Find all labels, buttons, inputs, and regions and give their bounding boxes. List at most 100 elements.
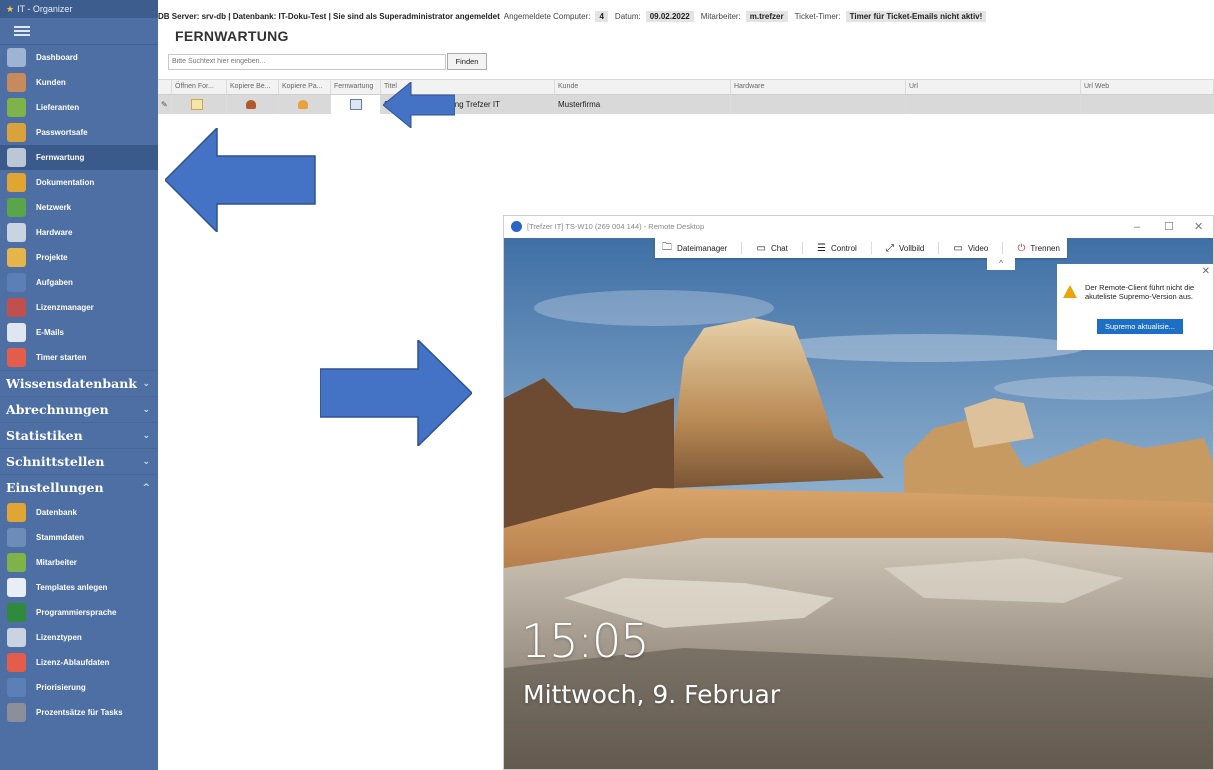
sections: Wissensdatenbank ⌄ Abrechnungen ⌄ Statistike… <box>0 370 158 500</box>
toolbar-collapse-chevron-up-icon[interactable]: ^ <box>987 258 1015 270</box>
chevron-icon: ⌄ <box>142 404 150 415</box>
section-schnittstellen[interactable]: Schnittstellen ⌄ <box>0 448 158 474</box>
sidebar-item-datenbank[interactable]: Datenbank <box>0 500 158 525</box>
section-statistiken[interactable]: Statistiken ⌄ <box>0 422 158 448</box>
sidebar-item-label: Lizenz-Ablaufdaten <box>36 658 110 667</box>
chevron-icon: ⌄ <box>142 378 150 389</box>
remote-screen[interactable]: 🗀 Dateimanager ▭ Chat ☰ Control ⤢ Vollbild ▭… <box>504 238 1213 769</box>
column-header-copy-user[interactable]: Kopiere Be... <box>227 80 279 94</box>
disconnect-button[interactable]: ⏻ Trennen <box>1018 243 1060 254</box>
column-header-open-form[interactable]: Öffnen For... <box>172 80 227 94</box>
customer-cell: Musterfirma <box>555 95 731 114</box>
search-input[interactable] <box>168 54 446 70</box>
sidebar-item-lizenz-ablaufdaten[interactable]: Lizenz-Ablaufdaten <box>0 650 158 675</box>
file-manager-button[interactable]: 🗀 Dateimanager <box>662 240 727 257</box>
sidebar-item-stammdaten[interactable]: Stammdaten <box>0 525 158 550</box>
sidebar-item-kunden[interactable]: Kunden <box>0 70 158 95</box>
supremo-logo-icon <box>511 221 522 232</box>
sidebar-item-templates-anlegen[interactable]: Templates anlegen <box>0 575 158 600</box>
sidebar-item-label: Priorisierung <box>36 683 86 692</box>
form-icon <box>191 99 203 111</box>
timer-status: Timer für Ticket-Emails nicht aktiv! <box>845 10 987 22</box>
video-button[interactable]: ▭ Video <box>954 243 989 254</box>
date-label: Datum: <box>614 11 641 21</box>
remote-cell[interactable] <box>331 95 381 114</box>
find-button[interactable]: Finden <box>447 53 487 70</box>
maximize-icon[interactable]: ☐ <box>1164 216 1174 238</box>
sidebar-item-priorisierung[interactable]: Priorisierung <box>0 675 158 700</box>
sidebar-item-label: Projekte <box>36 253 68 262</box>
sidebar-item-passwortsafe[interactable]: Passwortsafe <box>0 120 158 145</box>
sidebar-item-fernwartung[interactable]: Fernwartung <box>0 145 158 170</box>
lockscreen-date: Mittwoch, 9. Februar <box>523 680 781 709</box>
table-row[interactable]: ✎ Supremo Fernwartung Trefzer IT Musterf… <box>158 95 1214 114</box>
sidebar-item-timer-starten[interactable]: Timer starten <box>0 345 158 370</box>
fullscreen-button[interactable]: ⤢ Vollbild <box>886 243 924 254</box>
sidebar-item-hardware[interactable]: Hardware <box>0 220 158 245</box>
percent-icon <box>7 703 26 722</box>
sidebar-item-prozentsaetze-fuer-tasks[interactable]: Prozentsätze für Tasks <box>0 700 158 725</box>
remote-window-titlebar[interactable]: [Trefzer IT] TS-W10 (269 004 144) - Remo… <box>504 216 1213 238</box>
chat-label: Chat <box>770 243 788 253</box>
sidebar: ★ IT - Organizer Dashboard Kunden Lieferant… <box>0 0 158 770</box>
sidebar-item-mitarbeiter[interactable]: Mitarbeiter <box>0 550 158 575</box>
arrow-to-remote-window <box>320 340 472 446</box>
sidebar-item-programmiersprache[interactable]: Programmiersprache <box>0 600 158 625</box>
menu-toggle[interactable] <box>0 18 158 45</box>
sidebar-item-label: Aufgaben <box>36 278 73 287</box>
open-form-cell[interactable] <box>172 95 227 114</box>
chevron-icon: ⌄ <box>142 456 150 467</box>
section-wissensdatenbank[interactable]: Wissensdatenbank ⌄ <box>0 370 158 396</box>
notification-close-icon[interactable]: ✕ <box>1202 266 1210 277</box>
update-supremo-button[interactable]: Supremo aktualisie... <box>1097 319 1183 334</box>
column-header-hardware[interactable]: Hardware <box>731 80 906 94</box>
copy-user-cell[interactable] <box>227 95 279 114</box>
section-einstellungen[interactable]: Einstellungen ^ <box>0 474 158 500</box>
customer-icon <box>7 73 26 92</box>
sidebar-item-dashboard[interactable]: Dashboard <box>0 45 158 70</box>
sidebar-item-label: Mitarbeiter <box>36 558 77 567</box>
chat-button[interactable]: ▭ Chat <box>756 243 787 254</box>
sidebar-item-label: Prozentsätze für Tasks <box>36 708 123 717</box>
url-web-cell <box>1081 95 1214 114</box>
minimize-icon[interactable]: – <box>1134 216 1140 238</box>
column-header-url-web[interactable]: Url Web <box>1081 80 1214 94</box>
column-header-url[interactable]: Url <box>906 80 1081 94</box>
column-header-customer[interactable]: Kunde <box>555 80 731 94</box>
sidebar-item-e-mails[interactable]: E-Mails <box>0 320 158 345</box>
chevron-icon: ^ <box>142 482 150 493</box>
toolbar-divider <box>1002 242 1004 254</box>
sidebar-item-lizenzmanager[interactable]: Lizenzmanager <box>0 295 158 320</box>
disconnect-label: Trennen <box>1030 243 1060 253</box>
close-icon[interactable]: ✕ <box>1194 216 1203 238</box>
employee-label: Mitarbeiter: <box>700 11 741 21</box>
sidebar-item-dokumentation[interactable]: Dokumentation <box>0 170 158 195</box>
column-header-remote[interactable]: Fernwartung <box>331 80 381 94</box>
folder-icon: 🗀 <box>662 241 673 253</box>
section-label: Wissensdatenbank <box>6 376 137 391</box>
password-safe-icon <box>7 123 26 142</box>
section-label: Statistiken <box>6 428 83 443</box>
sidebar-item-lizenztypen[interactable]: Lizenztypen <box>0 625 158 650</box>
toolbar-divider <box>801 242 803 254</box>
sidebar-item-projekte[interactable]: Projekte <box>0 245 158 270</box>
section-abrechnungen[interactable]: Abrechnungen ⌄ <box>0 396 158 422</box>
toolbar-divider <box>870 242 872 254</box>
projects-icon <box>7 248 26 267</box>
computers-count: 4 <box>595 10 608 22</box>
timer-icon <box>7 653 26 672</box>
app-title: IT - Organizer <box>17 4 73 14</box>
app-logo-icon: ★ <box>6 4 15 14</box>
column-header-copy-password[interactable]: Kopiere Pa... <box>279 80 331 94</box>
priority-icon <box>7 678 26 697</box>
control-button[interactable]: ☰ Control <box>817 243 857 254</box>
sidebar-item-label: Dokumentation <box>36 178 95 187</box>
supplier-icon <box>7 98 26 117</box>
sidebar-item-aufgaben[interactable]: Aufgaben <box>0 270 158 295</box>
remote-desktop-window[interactable]: [Trefzer IT] TS-W10 (269 004 144) - Remo… <box>503 215 1214 770</box>
sidebar-item-label: Fernwartung <box>36 153 85 162</box>
sidebar-item-netzwerk[interactable]: Netzwerk <box>0 195 158 220</box>
copy-password-cell[interactable] <box>279 95 331 114</box>
sidebar-item-label: Lizenzmanager <box>36 303 94 312</box>
sidebar-item-lieferanten[interactable]: Lieferanten <box>0 95 158 120</box>
